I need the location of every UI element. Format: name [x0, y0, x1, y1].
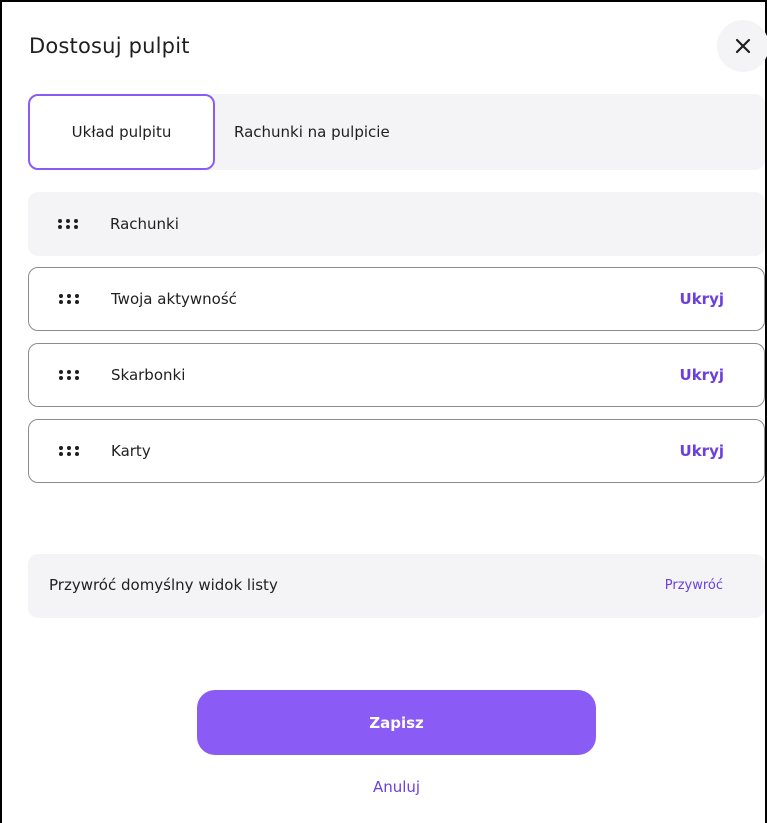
restore-default-label: Przywróć domyślny widok listy	[49, 576, 278, 594]
hide-link[interactable]: Ukryj	[680, 366, 724, 384]
tab-dashboard-layout[interactable]: Układ pulpitu	[28, 94, 215, 170]
drag-handle-icon[interactable]	[58, 446, 80, 456]
hide-link[interactable]: Ukryj	[680, 290, 724, 308]
modal-title: Dostosuj pulpit	[29, 34, 190, 58]
save-button[interactable]: Zapisz	[197, 690, 596, 755]
section-row-activity: Twoja aktywność Ukryj	[28, 267, 765, 331]
cancel-link[interactable]: Anuluj	[197, 778, 596, 796]
restore-default-panel: Przywróć domyślny widok listy Przywróć	[28, 554, 765, 618]
hide-link[interactable]: Ukryj	[680, 442, 724, 460]
section-label: Karty	[111, 442, 151, 460]
tab-accounts-on-dashboard[interactable]: Rachunki na pulpicie	[234, 94, 434, 170]
section-label: Skarbonki	[111, 366, 186, 384]
drag-handle-icon[interactable]	[58, 294, 80, 304]
drag-handle-icon[interactable]	[57, 219, 79, 229]
section-row-cards: Karty Ukryj	[28, 419, 765, 483]
section-row-accounts: Rachunki	[28, 192, 765, 256]
restore-default-link[interactable]: Przywróć	[665, 578, 723, 593]
customize-dashboard-modal: Dostosuj pulpit Układ pulpitu Rachunki n…	[0, 0, 767, 823]
tab-bar: Układ pulpitu Rachunki na pulpicie	[28, 94, 765, 170]
section-label: Twoja aktywność	[111, 290, 237, 308]
close-button[interactable]	[717, 20, 767, 72]
section-row-savings: Skarbonki Ukryj	[28, 343, 765, 407]
section-label: Rachunki	[110, 215, 179, 233]
close-icon	[735, 38, 751, 54]
drag-handle-icon[interactable]	[58, 370, 80, 380]
